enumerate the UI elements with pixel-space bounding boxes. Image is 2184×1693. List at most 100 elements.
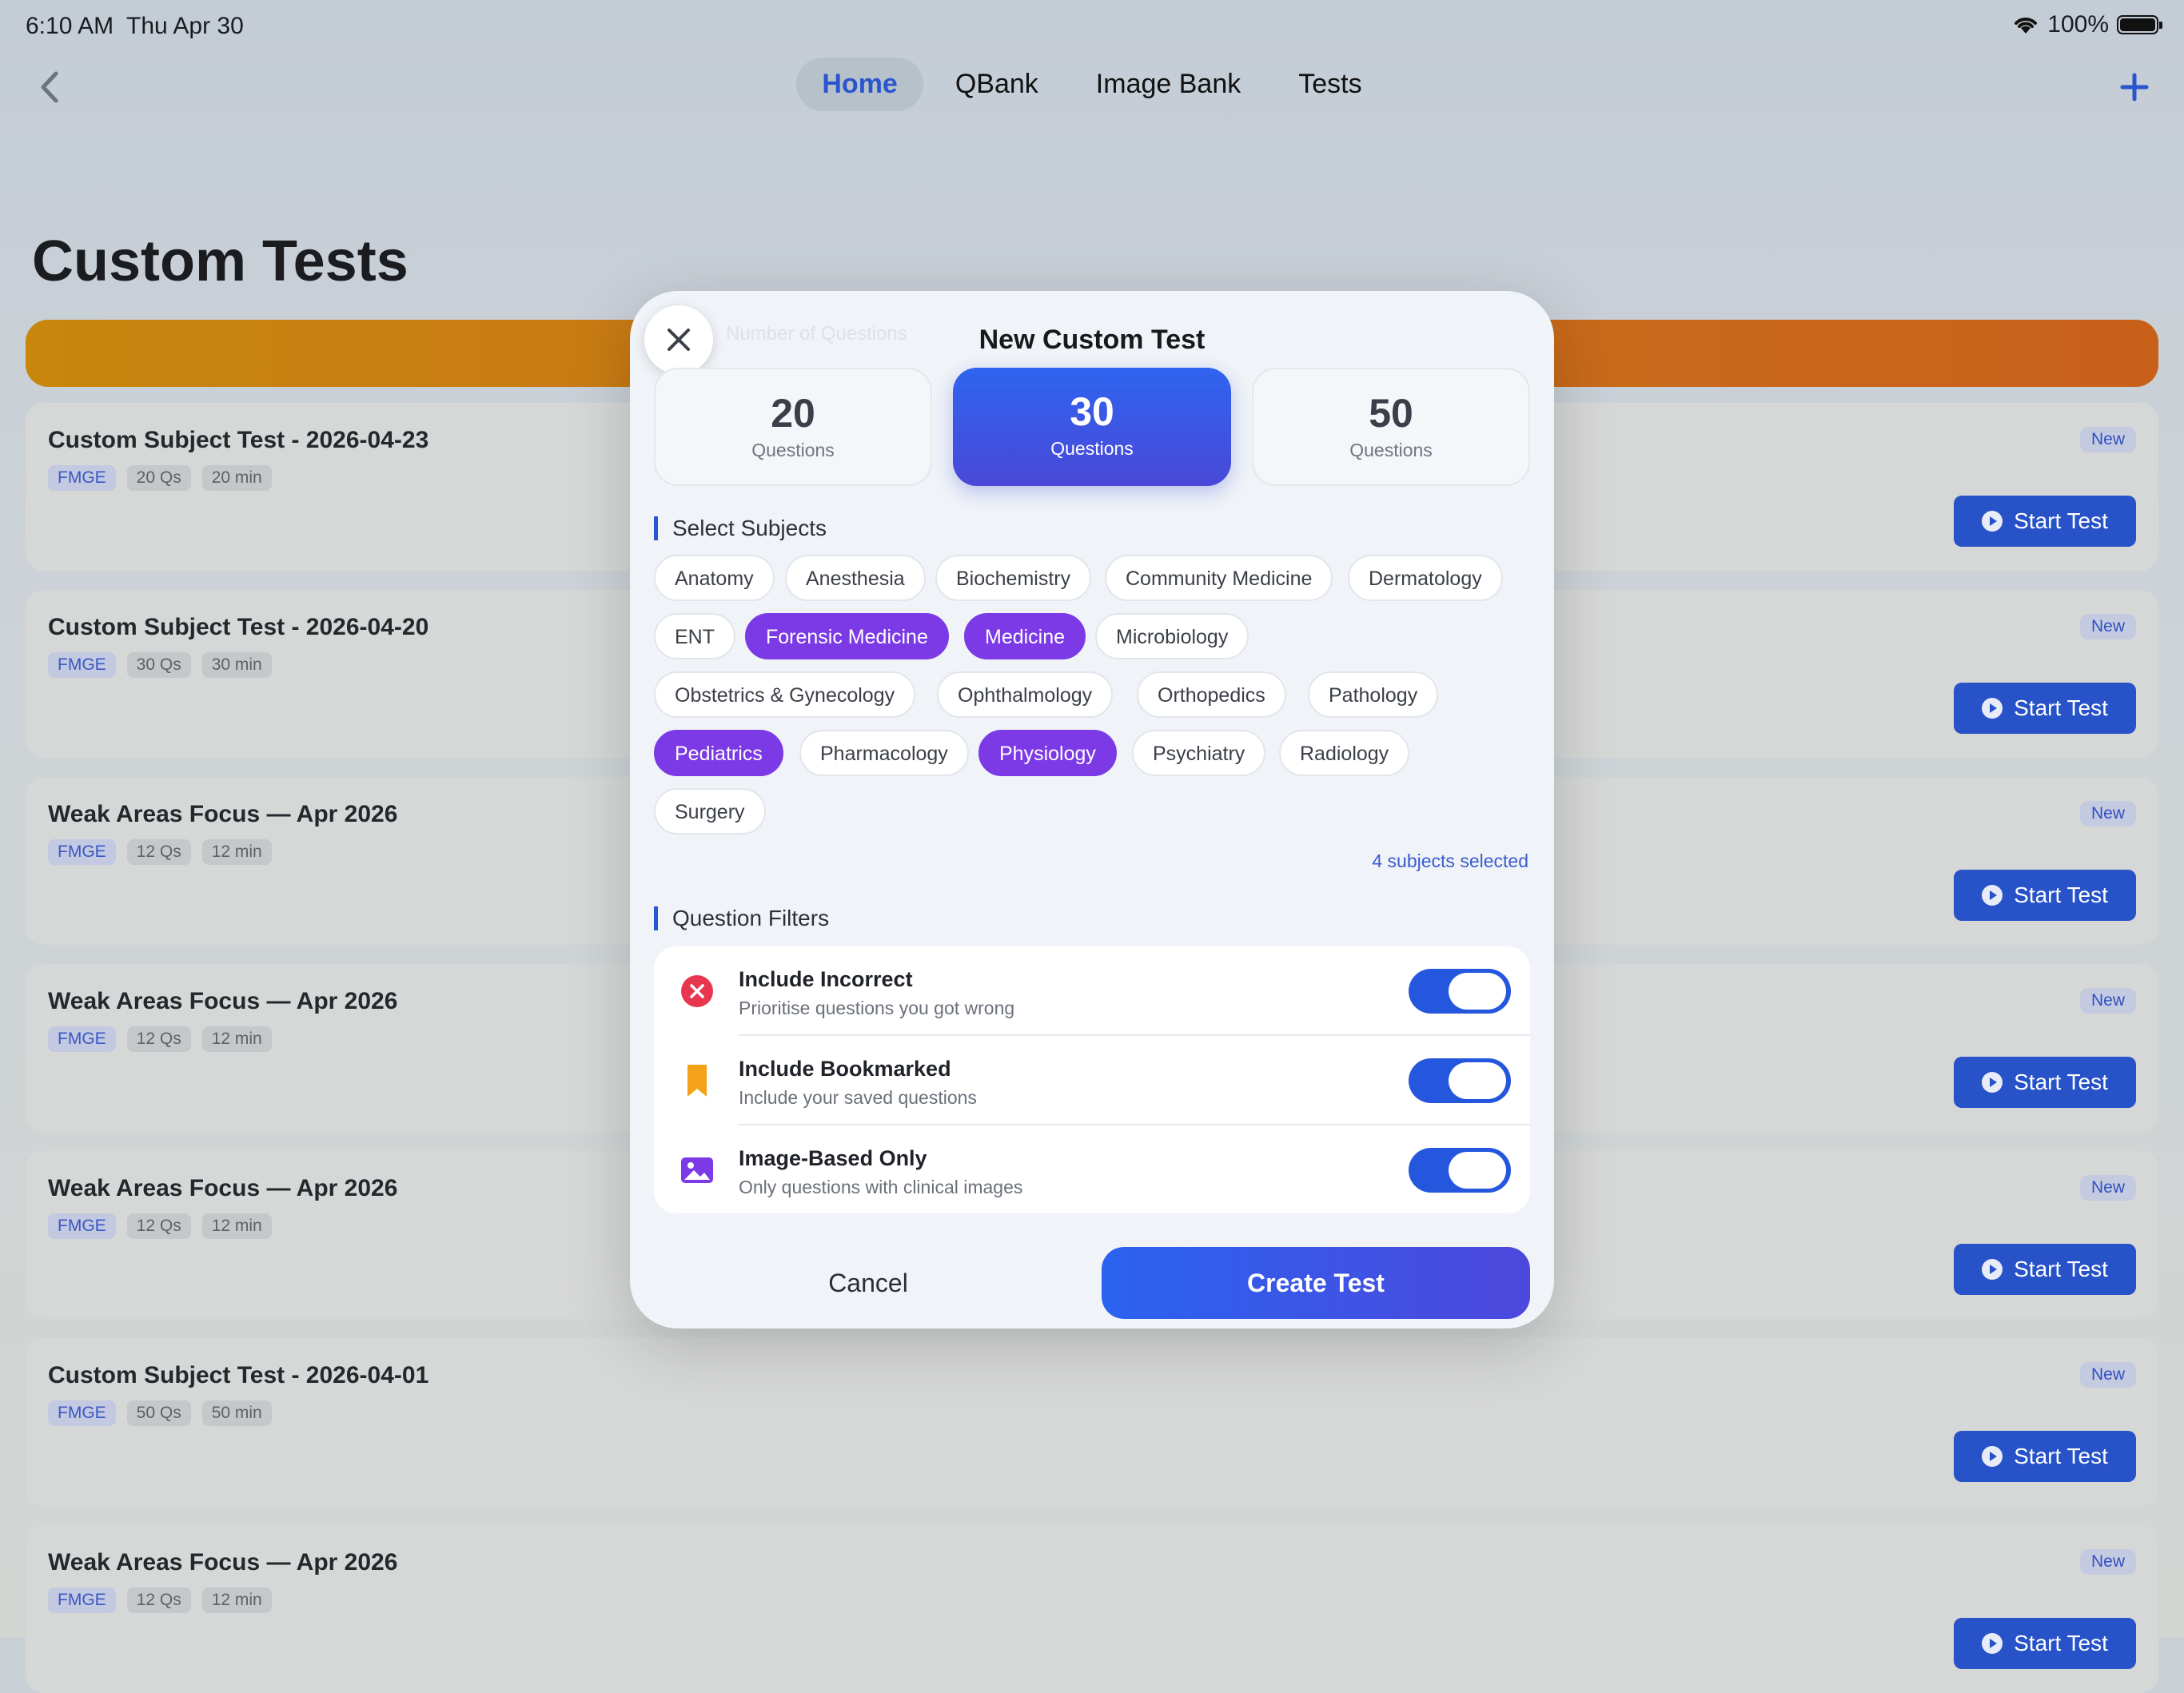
question-count-50[interactable]: 50 Questions [1252,368,1530,486]
subject-chip-anesthesia[interactable]: Anesthesia [785,555,926,601]
start-test-button[interactable]: Start Test [1954,496,2136,547]
new-badge: New [2079,988,2136,1014]
selected-count: 4 subjects selected [1372,850,1528,871]
start-test-label: Start Test [2014,1444,2108,1468]
duration-tag: 20 min [201,465,272,491]
wifi-icon [2015,18,2038,34]
play-icon [1982,1446,2003,1467]
subject-chip-ent[interactable]: ENT [654,613,735,659]
test-card-title: Weak Areas Focus — Apr 2026 [48,1175,398,1201]
start-test-button[interactable]: Start Test [1954,870,2136,921]
test-card[interactable]: Custom Subject Test - 2026-04-01 FMGE 50 Q… [26,1338,2158,1506]
test-card-tags: FMGE 50 Qs 50 min [48,1400,272,1426]
filter-subtitle: Only questions with clinical images [739,1177,1023,1197]
filter-include-incorrect: Include Incorrect Prioritise questions y… [654,946,1530,1036]
subject-chip-pathology[interactable]: Pathology [1308,671,1439,718]
exam-tag: FMGE [48,839,116,865]
duration-tag: 30 min [201,652,272,678]
create-test-button[interactable]: Create Test [1102,1247,1530,1319]
new-badge: New [2079,1175,2136,1201]
cancel-button[interactable]: Cancel [630,1247,1106,1319]
subject-chip-pharmacology[interactable]: Pharmacology [799,730,969,776]
subject-chip-psychiatry[interactable]: Psychiatry [1132,730,1266,776]
tab-image-bank[interactable]: Image Bank [1070,58,1266,111]
subject-chip-microbiology[interactable]: Microbiology [1095,613,1249,659]
page-title: Custom Tests [32,229,409,293]
test-card-title: Weak Areas Focus — Apr 2026 [48,988,398,1014]
test-card-title: Weak Areas Focus — Apr 2026 [48,801,398,827]
modal-title: New Custom Test [978,325,1206,355]
new-badge: New [2079,427,2136,452]
start-test-label: Start Test [2014,1257,2108,1281]
new-badge: New [2079,1549,2136,1575]
new-custom-test-modal: Number of Questions New Custom Test 20 Q… [630,291,1554,1329]
image-icon [681,1157,713,1183]
subject-chip-pediatrics[interactable]: Pediatrics [654,730,783,776]
start-test-label: Start Test [2014,695,2108,720]
start-test-button[interactable]: Start Test [1954,1244,2136,1295]
subject-chip-anatomy[interactable]: Anatomy [654,555,775,601]
subject-chip-radiology[interactable]: Radiology [1279,730,1410,776]
new-badge: New [2079,801,2136,827]
add-icon[interactable] [2117,67,2152,107]
start-test-button[interactable]: Start Test [1954,683,2136,734]
image-based-only-toggle[interactable] [1409,1148,1511,1193]
subject-chip-orthopedics[interactable]: Orthopedics [1137,671,1286,718]
test-card-tags: FMGE 12 Qs 12 min [48,1026,272,1052]
subject-chip-community-medicine[interactable]: Community Medicine [1105,555,1333,601]
start-test-label: Start Test [2014,882,2108,907]
subject-chip-surgery[interactable]: Surgery [654,788,766,835]
question-count-value: 50 [1369,391,1413,436]
test-card[interactable]: Weak Areas Focus — Apr 2026 FMGE 12 Qs 12 m… [26,1525,2158,1693]
tab-bar: Home QBank Image Bank Tests [0,58,2184,111]
include-bookmarked-toggle[interactable] [1409,1058,1511,1103]
start-test-label: Start Test [2014,1631,2108,1655]
filter-image-based-only: Image-Based Only Only questions with cli… [654,1125,1530,1215]
exam-tag: FMGE [48,1400,116,1426]
question-count-tag: 12 Qs [126,1587,191,1613]
question-count-value: 20 [771,391,815,436]
start-test-button[interactable]: Start Test [1954,1618,2136,1669]
exam-tag: FMGE [48,1587,116,1613]
duration-tag: 12 min [201,1213,272,1239]
status-date: Thu Apr 30 [126,13,244,39]
filter-title: Image-Based Only [739,1146,927,1170]
subject-chip-obstetrics-gynecology[interactable]: Obstetrics & Gynecology [654,671,916,718]
start-test-label: Start Test [2014,508,2108,533]
start-test-button[interactable]: Start Test [1954,1057,2136,1108]
start-test-button[interactable]: Start Test [1954,1431,2136,1482]
question-count-tag: 30 Qs [126,652,191,678]
play-icon [1982,1259,2003,1280]
tab-home[interactable]: Home [796,58,923,111]
subject-chip-biochemistry[interactable]: Biochemistry [935,555,1092,601]
question-count-tag: 12 Qs [126,839,191,865]
subject-chip-ophthalmology[interactable]: Ophthalmology [937,671,1114,718]
filter-title: Include Bookmarked [739,1057,951,1081]
tab-qbank[interactable]: QBank [930,58,1064,111]
tab-tests[interactable]: Tests [1273,58,1387,111]
duration-tag: 50 min [201,1400,272,1426]
question-count-20[interactable]: 20 Questions [654,368,932,486]
question-filters-heading: Question Filters [654,906,829,930]
question-count-30[interactable]: 30 Questions [953,368,1231,486]
new-badge: New [2079,614,2136,639]
subject-chip-forensic-medicine[interactable]: Forensic Medicine [745,613,949,659]
new-badge: New [2079,1362,2136,1388]
test-card-tags: FMGE 12 Qs 12 min [48,1587,272,1613]
exam-tag: FMGE [48,1213,116,1239]
test-card-title: Custom Subject Test - 2026-04-01 [48,1362,429,1388]
x-circle-icon [681,975,713,1007]
subject-chip-medicine[interactable]: Medicine [964,613,1086,659]
include-incorrect-toggle[interactable] [1409,969,1511,1014]
test-card-tags: FMGE 20 Qs 20 min [48,465,272,491]
test-card-title: Custom Subject Test - 2026-04-20 [48,614,429,640]
subject-chip-dermatology[interactable]: Dermatology [1348,555,1503,601]
battery-icon [2117,15,2162,34]
play-icon [1982,1633,2003,1654]
play-icon [1982,1072,2003,1093]
question-count-label: Questions [1349,440,1433,460]
question-count-label: Questions [751,440,835,460]
filter-subtitle: Prioritise questions you got wrong [739,998,1015,1018]
subject-chip-physiology[interactable]: Physiology [978,730,1117,776]
exam-tag: FMGE [48,652,116,678]
